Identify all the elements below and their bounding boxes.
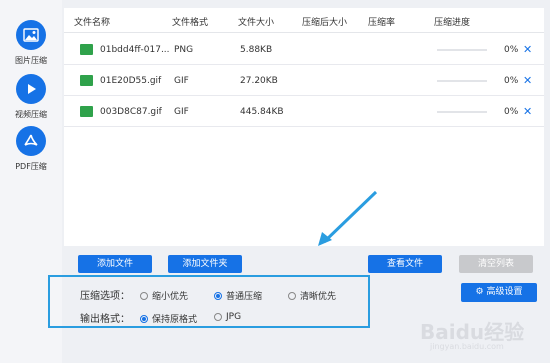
sidebar-item-label: PDF压缩	[15, 162, 47, 171]
sidebar-item-pdf-compress[interactable]: PDF压缩	[0, 126, 62, 172]
file-list-panel: 文件名称 文件格式 文件大小 压缩后大小 压缩率 压缩进度 01bdd4ff-0…	[64, 8, 544, 246]
pdf-icon	[16, 126, 46, 156]
image-file-icon	[80, 75, 93, 86]
radio-dot	[288, 291, 296, 300]
close-icon[interactable]: ✕	[523, 105, 532, 118]
file-size: 445.84KB	[240, 107, 284, 117]
table-header: 文件名称 文件格式 文件大小 压缩后大小 压缩率 压缩进度	[64, 8, 544, 33]
sidebar-item-video-compress[interactable]: 视频压缩	[0, 74, 62, 120]
close-icon[interactable]: ✕	[523, 74, 532, 87]
progress-percent: 0%	[504, 107, 519, 117]
radio-label: JPG	[226, 312, 242, 322]
add-folder-button[interactable]: 添加文件夹	[168, 255, 242, 273]
radio-dot	[140, 291, 148, 300]
progress-bar	[437, 111, 487, 113]
watermark-url: jingyan.baidu.com	[430, 342, 504, 351]
gear-icon: ⚙	[475, 287, 484, 297]
file-size: 5.88KB	[240, 45, 273, 55]
sidebar-item-label: 视频压缩	[15, 110, 47, 119]
radio-dot	[214, 291, 222, 300]
col-filename: 文件名称	[74, 18, 111, 28]
output-format-label: 输出格式：	[80, 314, 130, 325]
radio-label: 缩小优先	[152, 292, 189, 302]
file-name: 003D8C87.gif	[100, 107, 162, 117]
radio-label: 普通压缩	[226, 292, 263, 302]
progress-bar	[437, 80, 487, 82]
image-icon	[16, 20, 46, 50]
file-size: 27.20KB	[240, 76, 278, 86]
file-name: 01E20D55.gif	[100, 76, 162, 86]
progress-percent: 0%	[504, 45, 519, 55]
view-files-button[interactable]: 查看文件	[368, 255, 442, 273]
radio-normal-compress[interactable]: 普通压缩	[214, 289, 262, 302]
file-format: PNG	[174, 45, 194, 55]
radio-shrink-first[interactable]: 缩小优先	[140, 289, 188, 302]
compress-options-label: 压缩选项：	[80, 291, 130, 302]
advanced-settings-label: 高级设置	[486, 287, 523, 297]
options-panel: 压缩选项： 缩小优先 普通压缩 清晰优先 输出格式： 保持原格式 JPG	[48, 275, 370, 328]
annotation-arrow	[318, 190, 378, 246]
table-row[interactable]: 003D8C87.gif GIF 445.84KB 0% ✕	[64, 97, 544, 127]
radio-dot	[140, 314, 148, 323]
clear-list-button[interactable]: 清空列表	[459, 255, 533, 273]
col-progress: 压缩进度	[434, 18, 471, 28]
image-file-icon	[80, 44, 93, 55]
table-row[interactable]: 01E20D55.gif GIF 27.20KB 0% ✕	[64, 66, 544, 96]
radio-label: 清晰优先	[300, 292, 337, 302]
file-format: GIF	[174, 76, 189, 86]
progress-percent: 0%	[504, 76, 519, 86]
radio-keep-format[interactable]: 保持原格式	[140, 312, 197, 325]
radio-clarity-first[interactable]: 清晰优先	[288, 289, 336, 302]
col-format: 文件格式	[172, 18, 209, 28]
col-compressed-size: 压缩后大小	[302, 18, 348, 28]
table-row[interactable]: 01bdd4ff-017... PNG 5.88KB 0% ✕	[64, 35, 544, 65]
close-icon[interactable]: ✕	[523, 43, 532, 56]
col-size: 文件大小	[238, 18, 275, 28]
advanced-settings-button[interactable]: ⚙ 高级设置	[461, 283, 537, 302]
radio-label: 保持原格式	[152, 315, 198, 325]
watermark-logo: Baidu经验	[420, 320, 525, 344]
file-name: 01bdd4ff-017...	[100, 45, 170, 55]
add-file-button[interactable]: 添加文件	[78, 255, 152, 273]
image-file-icon	[80, 106, 93, 117]
sidebar-item-image-compress[interactable]: 图片压缩	[0, 20, 62, 66]
radio-jpg[interactable]: JPG	[214, 312, 241, 322]
play-icon	[16, 74, 46, 104]
file-format: GIF	[174, 107, 189, 117]
col-ratio: 压缩率	[368, 18, 396, 28]
progress-bar	[437, 49, 487, 51]
sidebar-item-label: 图片压缩	[15, 56, 47, 65]
radio-dot	[214, 313, 222, 321]
